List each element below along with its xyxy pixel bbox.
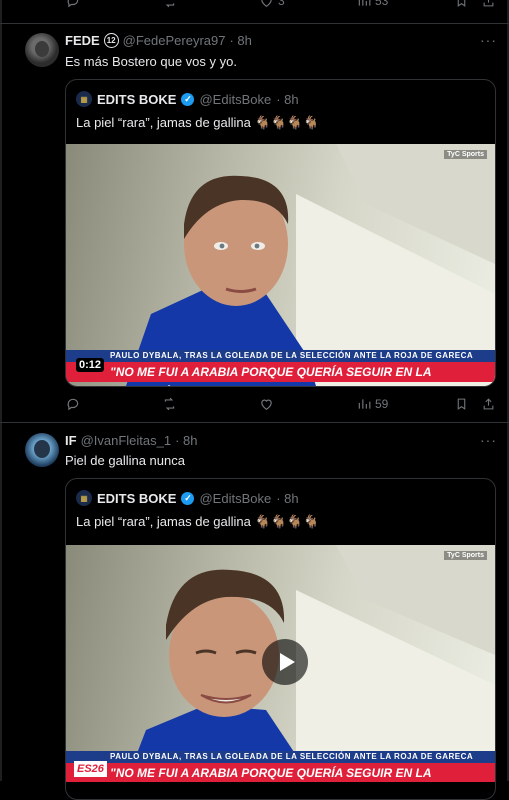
quote-avatar[interactable]: ▦ [76,91,92,107]
tweet-text: Piel de gallina nunca [65,453,185,468]
play-button[interactable] [262,639,308,685]
quote-handle[interactable]: @EditsBoke [199,92,271,107]
display-name[interactable]: IF [65,433,77,448]
share-icon [483,398,494,410]
share-button[interactable] [482,0,495,8]
view-count: 53 [375,0,389,8]
tweet-text: Es más Bostero que vos y yo. [65,54,237,69]
bookmark-button[interactable] [455,397,468,411]
handle[interactable]: @FedePereyra97 [123,33,226,48]
bookmark-button[interactable] [455,0,468,8]
retweet-icon [165,3,175,8]
more-options-button[interactable]: ··· [480,32,497,48]
verified-icon: ✓ [181,491,195,505]
tweet-header: FEDE 12 @FedePereyra97 · 8h [65,33,252,48]
timestamp[interactable]: · 8h [229,33,251,48]
avatar[interactable] [25,433,59,467]
network-logo: TyC Sports [444,551,487,560]
reply-button[interactable] [66,397,80,411]
quote-header: ▦ EDITS BOKE ✓ @EditsBoke · 8h [76,91,299,107]
reply-icon [67,398,79,411]
tweet[interactable]: IF @IvanFleitas_1 · 8h ··· Piel de galli… [0,423,509,800]
tweet[interactable]: FEDE 12 @FedePereyra97 · 8h ··· Es más B… [0,24,509,422]
video-player[interactable]: TyC Sports PAULO DYBALA, TRAS LA GOLEADA… [66,144,495,386]
lower-third-main: "NO ME FUI A ARABIA PORQUE QUERÍA SEGUIR… [66,362,495,386]
heart-icon [261,399,272,410]
retweet-button[interactable] [162,0,177,8]
like-count: 3 [278,0,285,8]
like-button[interactable] [259,397,274,411]
number-badge: 12 [103,33,119,48]
reply-button[interactable] [66,0,80,8]
tweet-header: IF @IvanFleitas_1 · 8h [65,433,198,448]
quote-display-name[interactable]: EDITS BOKE [97,92,176,107]
network-logo: TyC Sports [444,150,487,159]
retweet-button[interactable] [162,397,177,411]
reply-icon [67,0,79,8]
views-button[interactable]: 53 [357,0,388,8]
quoted-tweet[interactable]: ▦ EDITS BOKE ✓ @EditsBoke · 8h La piel “… [65,478,496,800]
quote-avatar[interactable]: ▦ [76,490,92,506]
quote-text: La piel “rara”, jamas de gallina 🐐🐐🐐🐐 [76,514,320,529]
quote-display-name[interactable]: EDITS BOKE [97,491,176,506]
retweet-icon [164,397,175,411]
lower-third-top: PAULO DYBALA, TRAS LA GOLEADA DE LA SELE… [66,350,495,362]
timestamp[interactable]: · 8h [175,433,197,448]
lower-third-top: PAULO DYBALA, TRAS LA GOLEADA DE LA SELE… [66,751,495,763]
share-button[interactable] [482,397,495,411]
quote-timestamp[interactable]: · 8h [276,92,298,107]
quote-text: La piel “rara”, jamas de gallina 🐐🐐🐐🐐 [76,115,320,130]
heart-icon [261,0,272,7]
lower-third-main: "NO ME FUI A ARABIA PORQUE QUERÍA SEGUIR… [66,763,495,782]
quote-timestamp[interactable]: · 8h [276,491,298,506]
bookmark-icon [457,398,466,410]
quote-header: ▦ EDITS BOKE ✓ @EditsBoke · 8h [76,490,299,506]
verified-icon: ✓ [181,92,195,106]
bookmark-icon [457,0,466,7]
video-duration: 0:12 [76,358,105,372]
like-button[interactable]: 3 [259,0,285,8]
corner-logo: ES26 [74,761,107,777]
previous-tweet-actions: 3 53 [0,0,509,14]
display-name[interactable]: FEDE [65,33,100,48]
play-icon [280,653,295,671]
handle[interactable]: @IvanFleitas_1 [81,433,172,448]
views-button[interactable]: 59 [357,397,388,411]
quote-handle[interactable]: @EditsBoke [199,491,271,506]
views-icon [358,0,371,6]
view-count: 59 [375,397,389,411]
quoted-tweet[interactable]: ▦ EDITS BOKE ✓ @EditsBoke · 8h La piel “… [65,79,496,387]
avatar[interactable] [25,33,59,67]
more-options-button[interactable]: ··· [480,432,497,448]
video-player[interactable]: TyC Sports PAULO DYBALA, TRAS LA GOLEADA… [66,545,495,782]
share-icon [483,0,494,7]
views-icon [358,399,371,409]
